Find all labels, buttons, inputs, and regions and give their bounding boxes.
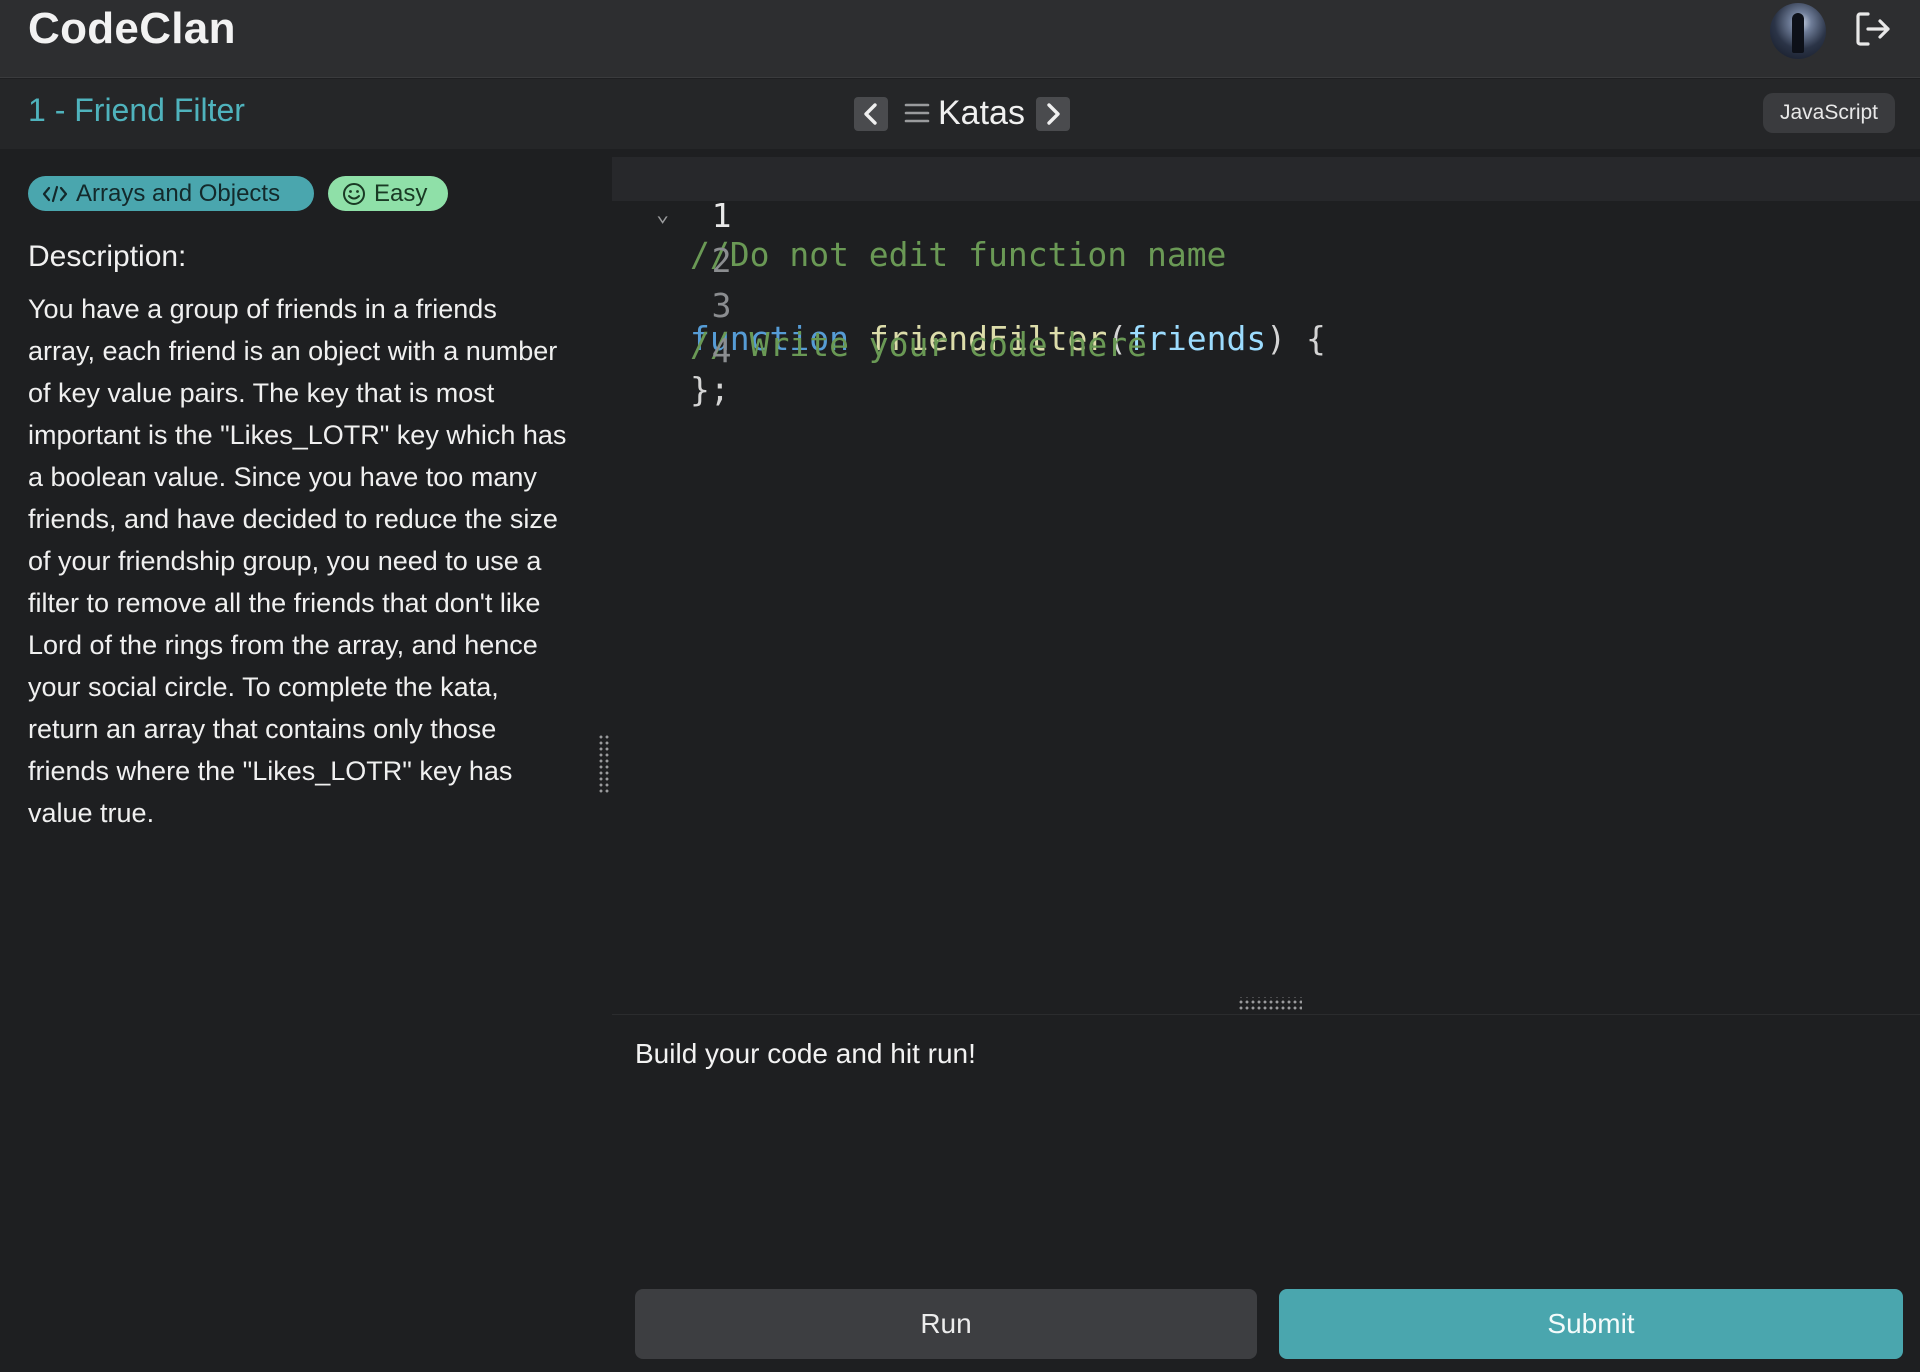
line-number: 1	[711, 196, 732, 235]
run-button[interactable]: Run	[635, 1289, 1257, 1359]
code-editor[interactable]: 1 //Do not edit function name 2 ⌄ functi…	[612, 152, 1920, 997]
horizontal-resize-handle[interactable]	[1238, 997, 1302, 1011]
description-text: You have a group of friends in a friends…	[28, 294, 567, 828]
difficulty-tag: Easy	[328, 176, 448, 211]
output-message: Build your code and hit run!	[635, 1038, 976, 1069]
logout-icon	[1856, 12, 1890, 46]
difficulty-tag-label: Easy	[374, 179, 428, 207]
chevron-left-icon	[864, 103, 877, 125]
kata-title: 1 - Friend Filter	[28, 92, 245, 128]
code-line[interactable]: 1 //Do not edit function name	[612, 157, 1226, 274]
app-header: CodeClan	[0, 0, 1920, 78]
code-parameter: friends	[1127, 319, 1267, 358]
katas-menu-button[interactable]	[904, 100, 930, 126]
smiley-icon	[343, 182, 365, 205]
code-text[interactable]: //Do not edit function name	[690, 235, 1226, 274]
code-icon	[42, 185, 68, 202]
line-number: 4	[711, 331, 732, 370]
fold-chevron-icon[interactable]: ⌄	[656, 202, 669, 227]
katas-label[interactable]: Katas	[938, 94, 1025, 133]
previous-kata-button[interactable]	[854, 97, 888, 131]
next-kata-button[interactable]	[1036, 97, 1070, 131]
line-number: 2	[711, 241, 732, 280]
code-line[interactable]: 2 ⌄ function friendFilter(friends) {	[612, 202, 1326, 358]
topic-tag: Arrays and Objects	[28, 176, 314, 211]
line-number: 3	[711, 286, 732, 325]
code-text[interactable]: };	[690, 370, 730, 409]
editor-toolbar	[596, 79, 1920, 149]
code-line[interactable]: 3 // Write your code here	[612, 247, 1147, 364]
menu-icon	[904, 103, 930, 123]
code-line[interactable]: 4 };	[612, 292, 731, 409]
chevron-right-icon	[1047, 103, 1060, 125]
description-heading: Description:	[28, 240, 187, 273]
logout-button[interactable]	[1852, 8, 1894, 50]
active-line-highlight	[612, 157, 1920, 201]
topic-tag-label: Arrays and Objects	[76, 179, 281, 207]
code-text[interactable]: // Write your code here	[690, 325, 1147, 364]
vertical-resize-handle[interactable]	[598, 734, 610, 794]
submit-button[interactable]: Submit	[1279, 1289, 1903, 1359]
code-punctuation: ) {	[1266, 319, 1326, 358]
language-select[interactable]: JavaScript	[1763, 93, 1895, 133]
app-logo[interactable]: CodeClan	[28, 4, 236, 54]
user-avatar[interactable]	[1770, 3, 1826, 59]
